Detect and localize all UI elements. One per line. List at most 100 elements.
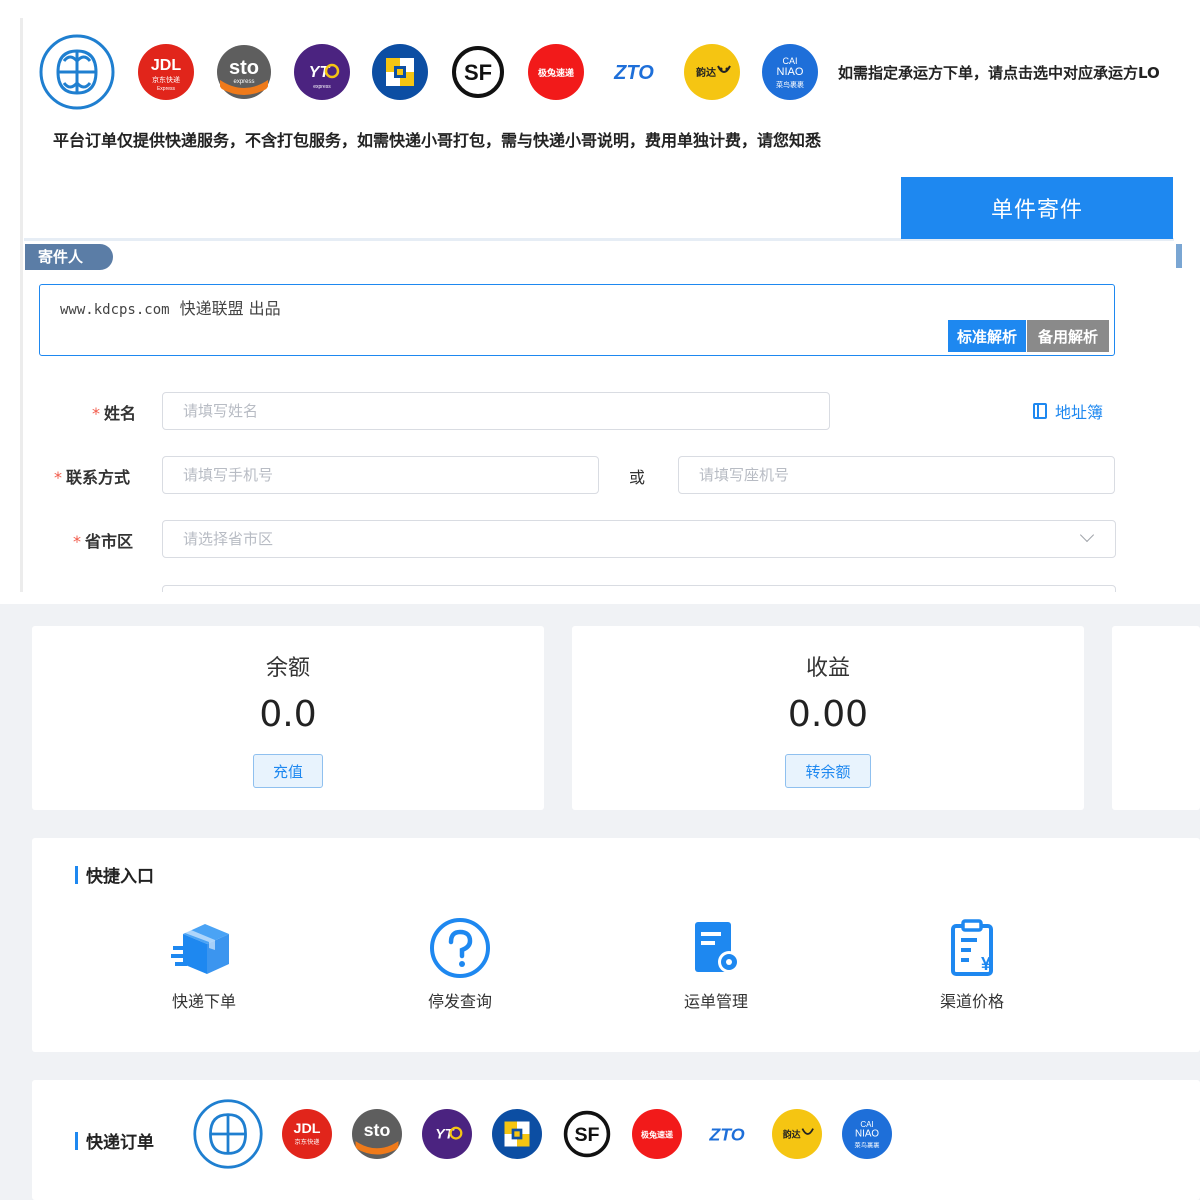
landline-input[interactable]: [678, 456, 1115, 494]
quick-item-express-order[interactable]: 快递下单: [124, 912, 284, 1012]
income-card: 收益 0.00 转余额: [572, 626, 1084, 810]
svg-text:菜鸟裹裹: 菜鸟裹裹: [776, 80, 804, 89]
svg-text:express: express: [313, 84, 331, 90]
region-label: * 省市区: [73, 532, 134, 551]
waybill-settings-icon: [695, 922, 740, 973]
jitu-logo[interactable]: 极兔速递: [632, 1109, 682, 1159]
address-book-icon: [1033, 403, 1047, 419]
cainiao-courier-logo[interactable]: [38, 33, 116, 111]
jdl-logo[interactable]: JDL 京东快递: [282, 1109, 332, 1159]
required-marker: *: [92, 404, 100, 423]
name-input[interactable]: [162, 392, 830, 430]
extra-stat-card: [1112, 626, 1200, 810]
parse-credit-text: 快递联盟 出品: [179, 299, 281, 318]
sto-logo[interactable]: sto express: [216, 44, 272, 100]
region-select[interactable]: [162, 520, 1116, 558]
address-detail-input[interactable]: [162, 585, 1116, 592]
balance-value: 0.0: [259, 694, 317, 735]
svg-text:SF: SF: [464, 60, 492, 85]
svg-text:sto: sto: [364, 1120, 391, 1140]
svg-text:NIAO: NIAO: [777, 66, 804, 78]
yunda-express-logo[interactable]: 韵达: [684, 44, 740, 100]
yto-logo[interactable]: YT express: [294, 44, 350, 100]
title-accent-bar: [75, 1131, 78, 1150]
express-orders-title: 快递订单: [75, 1128, 154, 1153]
svg-text:CAI: CAI: [860, 1120, 873, 1129]
carrier-logo-row: JDL 京东快递 Express sto express YT express: [38, 32, 840, 112]
packaging-notice: 平台订单仅提供快递服务，不含打包服务，如需快递小哥打包，需与快递小哥说明，费用单…: [53, 131, 822, 150]
quick-item-label: 停发查询: [427, 992, 492, 1011]
quick-entry-card: 快捷入口 快递下单 停发查询 运单管理 ¥ 渠道价格: [32, 838, 1200, 1052]
svg-text:JDL: JDL: [294, 1121, 321, 1137]
quick-entry-title: 快捷入口: [75, 862, 154, 887]
tab-single-shipment[interactable]: 单件寄件: [901, 177, 1173, 239]
yunda-express-logo[interactable]: 韵达: [772, 1109, 822, 1159]
svg-text:SF: SF: [574, 1124, 599, 1146]
svg-text:京东快递: 京东快递: [295, 1137, 321, 1146]
svg-text:CAI: CAI: [782, 56, 797, 66]
send-express-panel: JDL 京东快递 Express sto express YT express: [0, 0, 1200, 592]
address-book-link[interactable]: 地址簿: [1033, 399, 1103, 423]
address-parse-box[interactable]: www.kdcps.com 快递联盟 出品 标准解析 备用解析: [39, 284, 1115, 356]
svg-text:韵达: 韵达: [696, 66, 716, 79]
express-orders-card: 快递订单 JDL 京东快递 sto YT SF 极兔速递 ZTO 韵达 CAI …: [32, 1080, 1200, 1200]
standard-parse-button[interactable]: 标准解析: [948, 320, 1026, 352]
quick-item-suspend-query[interactable]: 停发查询: [380, 912, 540, 1012]
question-icon: [430, 918, 490, 978]
svg-text:韵达: 韵达: [783, 1129, 801, 1141]
cainiao-logo[interactable]: CAI NIAO 菜鸟裹裹: [762, 44, 818, 100]
address-parse-text[interactable]: www.kdcps.com 快递联盟 出品: [60, 295, 281, 319]
panel-left-rule: [20, 18, 23, 592]
contact-label: * 联系方式: [54, 468, 131, 487]
required-marker: *: [54, 468, 62, 487]
package-icon: [171, 924, 229, 974]
income-value: 0.00: [787, 694, 869, 735]
svg-text:sto: sto: [229, 57, 259, 79]
jdl-logo[interactable]: JDL 京东快递 Express: [138, 44, 194, 100]
yunda-logo[interactable]: [492, 1109, 542, 1159]
sender-section-tag: 寄件人: [25, 244, 113, 270]
carrier-select-hint: 如需指定承运方下单，请点击选中对应承运方LO: [838, 64, 1160, 82]
income-title: 收益: [805, 656, 850, 681]
panel-right-marker: [1176, 244, 1182, 268]
required-marker: *: [73, 532, 81, 551]
mobile-input[interactable]: [162, 456, 599, 494]
quick-item-label: 渠道价格: [939, 992, 1004, 1011]
svg-text:菜鸟裹裹: 菜鸟裹裹: [855, 1140, 881, 1149]
quick-item-waybill-management[interactable]: 运单管理: [636, 912, 796, 1012]
balance-title: 余额: [265, 656, 310, 681]
transfer-to-balance-button[interactable]: 转余额: [785, 754, 871, 788]
price-list-icon: ¥: [951, 919, 993, 976]
svg-text:京东快递: 京东快递: [152, 75, 180, 84]
svg-text:极兔速递: 极兔速递: [538, 67, 574, 79]
sf-logo[interactable]: SF: [450, 44, 506, 100]
quick-item-channel-price[interactable]: ¥ 渠道价格: [892, 912, 1052, 1012]
yto-logo[interactable]: YT: [422, 1109, 472, 1159]
dashboard: 余额 0.0 充值 收益 0.00 转余额 快捷入口 快递下单 停发查询 运单管…: [0, 604, 1200, 1200]
quick-item-label: 快递下单: [171, 992, 236, 1011]
svg-text:¥: ¥: [981, 954, 991, 974]
zto-logo[interactable]: ZTO: [606, 44, 662, 100]
svg-text:极兔速递: 极兔速递: [641, 1130, 673, 1140]
parse-site-text: www.kdcps.com: [60, 302, 170, 318]
sto-logo[interactable]: sto: [352, 1109, 402, 1159]
svg-text:JDL: JDL: [151, 57, 181, 74]
cainiao-courier-logo[interactable]: [192, 1098, 264, 1170]
quick-item-label: 运单管理: [683, 992, 748, 1011]
order-carrier-logo-row: JDL 京东快递 sto YT SF 极兔速递 ZTO 韵达 CAI NIAO …: [192, 1098, 892, 1170]
svg-text:ZTO: ZTO: [613, 62, 654, 84]
svg-text:express: express: [233, 79, 254, 85]
svg-text:NIAO: NIAO: [855, 1129, 879, 1140]
recharge-button[interactable]: 充值: [253, 754, 323, 788]
balance-card: 余额 0.0 充值: [32, 626, 544, 810]
svg-text:Express: Express: [157, 86, 176, 92]
name-label: * 姓名: [92, 404, 137, 423]
sf-logo[interactable]: SF: [562, 1109, 612, 1159]
backup-parse-button[interactable]: 备用解析: [1027, 320, 1109, 352]
jitu-logo[interactable]: 极兔速递: [528, 44, 584, 100]
zto-logo[interactable]: ZTO: [702, 1109, 752, 1159]
svg-text:ZTO: ZTO: [708, 1124, 744, 1144]
cainiao-logo[interactable]: CAI NIAO 菜鸟裹裹: [842, 1109, 892, 1159]
or-label: 或: [629, 468, 646, 487]
yunda-logo[interactable]: [372, 44, 428, 100]
